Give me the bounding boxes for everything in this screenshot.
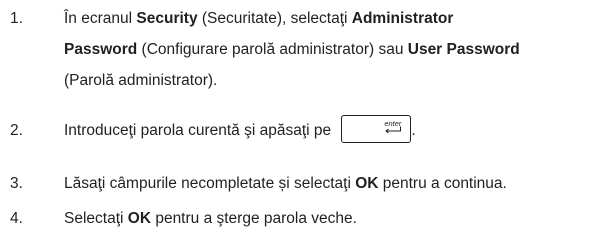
ui-term-ok: OK: [127, 210, 152, 227]
text-segment: Introduceţi parola curentă şi apăsaţi pe: [64, 122, 336, 139]
text-segment: .: [411, 122, 416, 139]
ui-term-password: Password: [64, 41, 138, 58]
step-number: 2.: [10, 122, 23, 139]
step-text: Selectaţi OK pentru a şterge parola vech…: [64, 203, 606, 234]
text-segment: (Configurare parolă administrator) sau: [137, 41, 408, 58]
ui-term-user-password: User Password: [407, 41, 520, 58]
enter-arrow-icon: [385, 126, 402, 134]
ui-term-security: Security: [136, 10, 198, 27]
step-number: 1.: [10, 10, 23, 27]
text-segment: pentru a continua.: [378, 175, 507, 192]
step-text-line: În ecranul Security (Securitate), select…: [64, 3, 606, 34]
step-text-line: (Parolă administrator).: [64, 72, 218, 89]
step-text-line: Password (Configurare parolă administrat…: [64, 34, 606, 65]
instruction-step-list: 1. În ecranul Security (Securitate), sel…: [0, 0, 608, 246]
text-segment: (Securitate), selectaţi: [197, 10, 352, 27]
enter-key-illustration: enter: [341, 114, 412, 143]
step-number: 4.: [10, 210, 23, 227]
text-segment: pentru a şterge parola veche.: [151, 210, 357, 227]
ui-term-ok: OK: [355, 175, 379, 192]
step-number: 3.: [10, 175, 23, 192]
text-segment: Lăsaţi câmpurile necompletate și selecta…: [64, 175, 356, 192]
text-segment: Selectaţi: [64, 210, 128, 227]
step-text: Introduceţi parola curentă şi apăsaţi pe…: [64, 114, 606, 146]
ui-term-administrator: Administrator: [351, 10, 454, 27]
text-segment: În ecranul: [64, 10, 137, 27]
step-text: În ecranul Security (Securitate), select…: [64, 3, 606, 96]
step-text: Lăsaţi câmpurile necompletate și selecta…: [64, 168, 606, 199]
